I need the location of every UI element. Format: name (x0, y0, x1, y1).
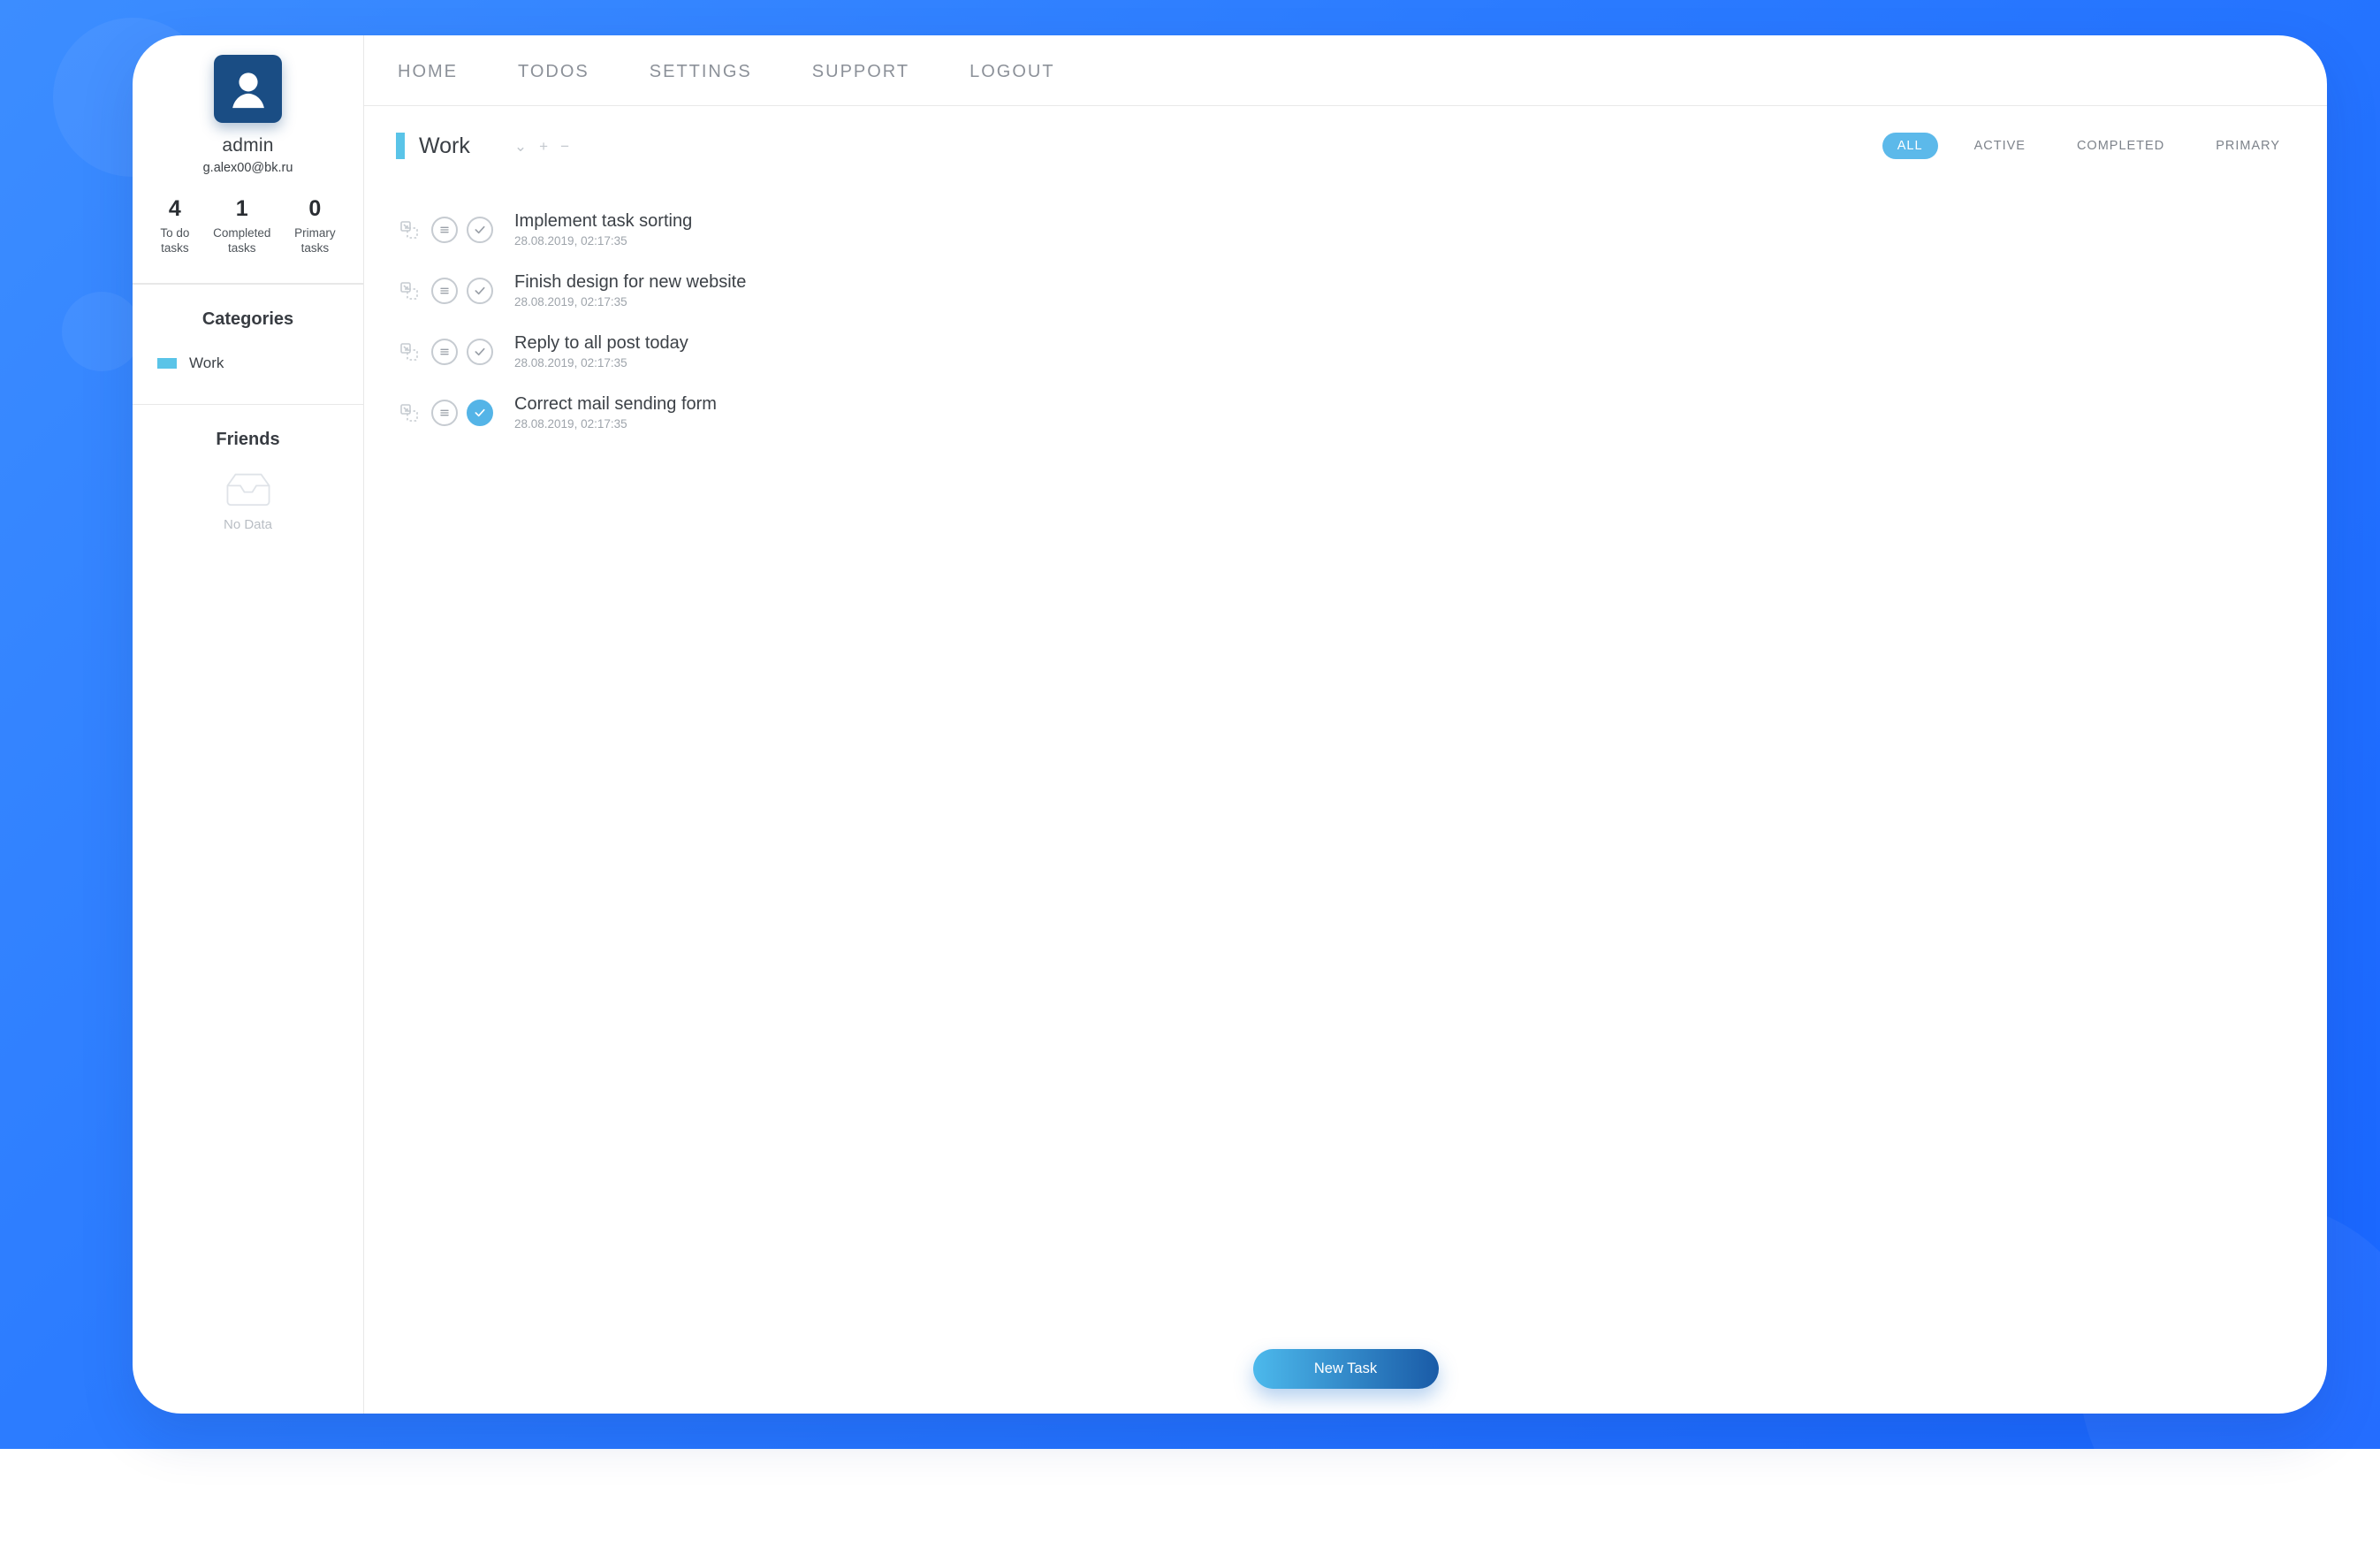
filter-all[interactable]: ALL (1882, 133, 1938, 159)
nav-settings[interactable]: SETTINGS (650, 62, 752, 82)
filter-primary[interactable]: PRIMARY (2201, 133, 2295, 159)
sidebar: admin g.alex00@bk.ru 4 To do tasks 1 Com… (133, 35, 364, 1414)
task-move-icon[interactable] (396, 278, 422, 304)
task-details-icon[interactable] (431, 400, 458, 426)
task-details-icon[interactable] (431, 278, 458, 304)
task-title: Reply to all post today (514, 333, 688, 354)
chevron-down-icon[interactable]: ⌄ (514, 139, 527, 154)
friends-empty: No Data (133, 469, 363, 532)
task-row: Implement task sorting 28.08.2019, 02:17… (396, 199, 2295, 260)
friends-title: Friends (133, 430, 363, 450)
category-controls: ⌄ + − (514, 139, 569, 154)
task-date: 28.08.2019, 02:17:35 (514, 417, 717, 431)
task-title: Finish design for new website (514, 272, 746, 293)
filters: ALL ACTIVE COMPLETED PRIMARY (1882, 133, 2295, 159)
category-name: Work (189, 354, 224, 372)
filter-completed[interactable]: COMPLETED (2062, 133, 2179, 159)
task-complete-toggle[interactable] (467, 339, 493, 365)
nav-support[interactable]: SUPPORT (812, 62, 909, 82)
nav-logout[interactable]: LOGOUT (969, 62, 1054, 82)
category-swatch (157, 358, 177, 369)
task-move-icon[interactable] (396, 400, 422, 426)
category-color-bar (396, 133, 405, 159)
stats-row: 4 To do tasks 1 Completed tasks 0 Primar… (141, 175, 354, 265)
task-details-icon[interactable] (431, 339, 458, 365)
task-details-icon[interactable] (431, 217, 458, 243)
categories-section: Categories Work (133, 284, 363, 404)
task-row: Reply to all post today 28.08.2019, 02:1… (396, 321, 2295, 382)
task-date: 28.08.2019, 02:17:35 (514, 234, 692, 248)
task-title: Correct mail sending form (514, 394, 717, 415)
list-header: Work ⌄ + − ALL ACTIVE COMPLETED PRIMARY (364, 106, 2327, 159)
categories-title: Categories (133, 309, 363, 330)
minus-icon[interactable]: − (560, 139, 569, 154)
top-nav: HOME TODOS SETTINGS SUPPORT LOGOUT (364, 35, 2327, 106)
profile-block: admin g.alex00@bk.ru 4 To do tasks 1 Com… (133, 35, 363, 284)
stat-todo-count: 4 (160, 196, 189, 222)
stat-completed-label: Completed tasks (213, 226, 270, 256)
stat-todo: 4 To do tasks (160, 196, 189, 256)
avatar-icon (225, 66, 271, 112)
stat-completed-count: 1 (213, 196, 270, 222)
friends-section: Friends No Data (133, 404, 363, 559)
plus-icon[interactable]: + (539, 139, 548, 154)
task-complete-toggle[interactable] (467, 278, 493, 304)
main-area: HOME TODOS SETTINGS SUPPORT LOGOUT Work … (364, 35, 2327, 1414)
stat-primary: 0 Primary tasks (294, 196, 336, 256)
stat-primary-count: 0 (294, 196, 336, 222)
nav-home[interactable]: HOME (398, 62, 458, 82)
new-task-button[interactable]: New Task (1253, 1349, 1439, 1389)
friends-empty-text: No Data (133, 517, 363, 532)
inbox-icon (223, 469, 274, 508)
task-move-icon[interactable] (396, 217, 422, 243)
task-date: 28.08.2019, 02:17:35 (514, 356, 688, 370)
stat-primary-label: Primary tasks (294, 226, 336, 256)
stat-completed: 1 Completed tasks (213, 196, 270, 256)
current-category-title: Work (419, 133, 470, 159)
app-card: admin g.alex00@bk.ru 4 To do tasks 1 Com… (133, 35, 2327, 1414)
task-complete-toggle[interactable] (467, 217, 493, 243)
filter-active[interactable]: ACTIVE (1959, 133, 2041, 159)
task-move-icon[interactable] (396, 339, 422, 365)
task-title: Implement task sorting (514, 211, 692, 232)
category-item[interactable]: Work (133, 349, 363, 377)
nav-todos[interactable]: TODOS (518, 62, 589, 82)
user-name: admin (141, 135, 354, 156)
task-row: Correct mail sending form 28.08.2019, 02… (396, 382, 2295, 443)
task-date: 28.08.2019, 02:17:35 (514, 295, 746, 309)
task-list: Implement task sorting 28.08.2019, 02:17… (364, 159, 2327, 461)
user-email: g.alex00@bk.ru (141, 161, 354, 175)
task-complete-toggle[interactable] (467, 400, 493, 426)
avatar[interactable] (214, 55, 282, 123)
stat-todo-label: To do tasks (160, 226, 189, 256)
task-row: Finish design for new website 28.08.2019… (396, 260, 2295, 321)
